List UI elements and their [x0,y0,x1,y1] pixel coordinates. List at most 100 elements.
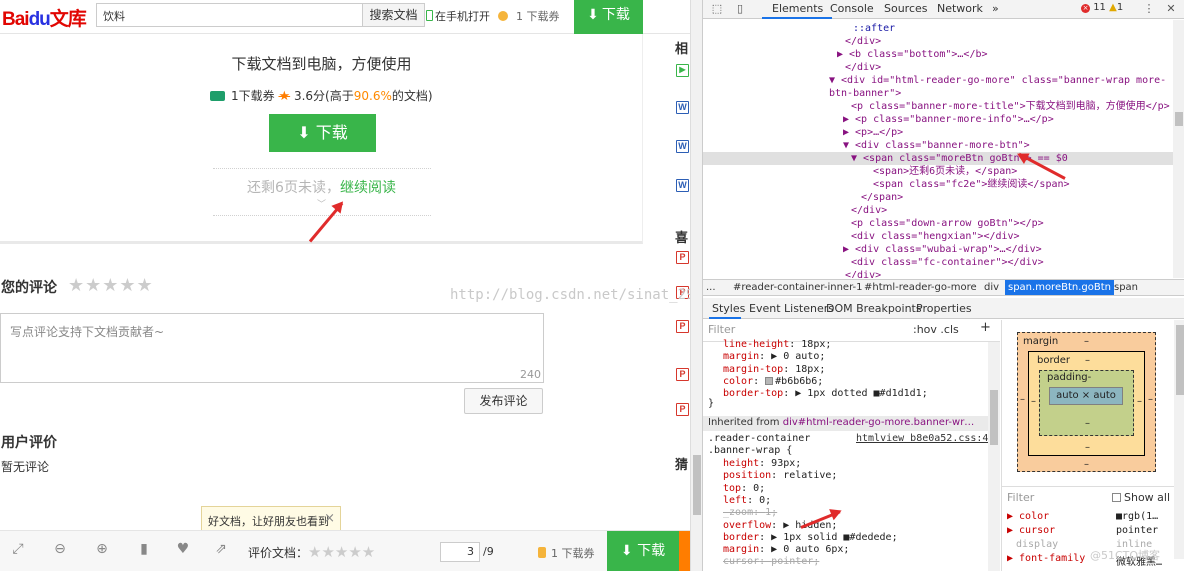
ppt-file-icon[interactable]: P [676,251,689,264]
css-declaration[interactable]: height: 93px; [723,458,801,470]
baidu-wenku-logo[interactable]: Baidu文库 [2,4,87,31]
dom-node-line[interactable]: </span> [703,191,903,204]
tab-elements[interactable]: Elements [772,2,823,15]
tab-styles[interactable]: Styles [712,302,745,315]
css-declaration[interactable]: top: 0; [723,483,765,495]
search-button[interactable]: 搜索文档 [363,3,425,27]
css-declaration[interactable]: left: 0; [723,495,771,507]
review-textarea[interactable]: 写点评论支持下文档贡献者~ [0,313,544,383]
css-declaration[interactable]: cursor: pointer; [723,556,819,568]
css-declaration[interactable]: line-height: 18px; [723,339,831,351]
publish-review-button[interactable]: 发布评论 [464,388,543,414]
share-icon[interactable]: ⇗ [212,540,230,558]
error-warning-counter[interactable]: × 11 ▲1 [1081,2,1123,13]
zoom-in-icon[interactable]: ⊕ [93,540,111,558]
breadcrumb-item[interactable]: #html-reader-go-more [864,282,977,293]
dom-node-line[interactable]: </div> [703,35,881,48]
word-file-icon[interactable]: W [676,101,689,114]
close-icon[interactable]: × [324,511,335,526]
zoom-out-icon[interactable]: ⊖ [51,540,69,558]
tab-event-listeners[interactable]: Event Listeners [749,302,834,315]
css-declaration[interactable]: margin: ▶ 0 auto; [723,351,825,363]
dom-node-line[interactable]: ▶ <div class="wubai-wrap">…</div> [703,243,1042,256]
search-input[interactable]: 饮料 [96,3,363,27]
tab-properties[interactable]: Properties [916,302,972,315]
scrollbar-thumb[interactable] [693,455,701,515]
orange-side-tab[interactable] [679,531,690,571]
hov-cls-toggle[interactable]: :hov .cls [913,324,959,336]
scrollbar-thumb[interactable] [1175,112,1183,126]
banner-download-button[interactable]: ⬇ 下载 [269,114,376,152]
breadcrumb-item[interactable]: div [984,282,999,293]
tab-console[interactable]: Console [830,2,874,15]
dom-node-line[interactable]: <p class="banner-more-title">下载文档到电脑，方便使… [703,100,1170,113]
breadcrumb-item[interactable]: span [1114,282,1138,293]
color-swatch[interactable] [765,376,774,385]
page-number-input[interactable]: 3 [440,542,480,562]
tab-sources[interactable]: Sources [884,2,928,15]
css-declaration[interactable]: position: relative; [723,470,837,482]
word-file-icon[interactable]: W [676,140,689,153]
ppt-file-icon[interactable]: P [676,320,689,333]
css-declaration[interactable]: _zoom: 1; [723,507,777,519]
show-all-checkbox[interactable]: Show all [1112,491,1170,504]
tab-network[interactable]: Network [937,2,983,15]
dom-node-line[interactable]: <div class="hengxian"></div> [703,230,1020,243]
page-scrollbar[interactable] [690,0,702,571]
dom-node-line[interactable]: ▼ <div class="banner-more-btn"> [703,139,1030,152]
dom-node-line[interactable]: ::after [703,22,895,35]
add-rule-button[interactable]: + [980,321,991,334]
css-declaration[interactable]: border-top: ▶ 1px dotted ■#d1d1d1; [723,388,928,400]
ppt-file-icon[interactable]: P [676,368,689,381]
continue-reading-link[interactable]: 继续阅读 [340,180,396,196]
computed-scrollbar[interactable] [1174,320,1184,559]
word-file-icon[interactable]: W [676,179,689,192]
inherited-element[interactable]: div#html-reader-go-more.banner-wr… [783,417,975,428]
dom-node-line[interactable]: <span>还剩6页未读，</span> [703,165,1017,178]
css-declaration[interactable]: margin: ▶ 0 auto 6px; [723,544,849,556]
heart-icon[interactable]: ♥ [174,540,192,558]
inspect-element-icon[interactable]: ⬚ [711,3,723,15]
video-file-icon[interactable]: ▶ [676,64,689,77]
breadcrumb-item[interactable]: ... [706,282,716,293]
dom-node-line[interactable]: ▼ <div id="html-reader-go-more" class="b… [703,74,1166,87]
css-source-link[interactable]: htmlview b8e0a52.css:4 [856,433,988,445]
elements-scrollbar[interactable] [1173,20,1184,278]
open-on-phone-button[interactable]: 在手机打开 [426,8,490,24]
fullscreen-icon[interactable]: ⤢ [9,540,27,558]
continue-reading-button[interactable]: 还剩6页未读，继续阅读 [0,177,643,197]
chevron-down-icon[interactable]: ﹀ [317,197,326,210]
dom-node-line[interactable]: <div class="fc-container"></div> [703,256,1044,269]
computed-property-name[interactable]: ▶ color [1007,511,1049,522]
scrollbar-thumb[interactable] [1176,325,1184,395]
rate-stars[interactable]: ★★★★★ [308,543,375,561]
computed-property-name[interactable]: display [1016,539,1058,550]
review-rating-stars[interactable]: ★★★★★ [68,275,154,296]
bookmark-icon[interactable]: ▮ [135,540,153,558]
styles-scrollbar[interactable] [988,342,1000,571]
more-tabs-icon[interactable]: » [992,2,999,15]
breadcrumb-item-selected[interactable]: span.moreBtn.goBtn [1005,280,1114,295]
bottom-download-button[interactable]: ⬇ 下载 [607,531,679,571]
close-icon[interactable]: ✕ [1165,3,1177,15]
dom-node-line[interactable]: ▶ <b class="bottom">…</b> [703,48,988,61]
dom-node-line[interactable]: <span class="fc2e">继续阅读</span> [703,178,1070,191]
dom-node-line[interactable]: ▼ <span class="moreBtn goBtn"> == $0 [703,152,1173,165]
dom-node-line[interactable]: </div> [703,61,881,74]
ppt-file-icon[interactable]: P [676,403,689,416]
computed-property-name[interactable]: ▶ cursor [1007,525,1055,536]
dom-node-line[interactable]: </div> [703,204,887,217]
devtools-menu-icon[interactable]: ⋮ [1143,3,1155,15]
device-toolbar-icon[interactable]: ▯ [734,3,746,15]
css-declaration[interactable]: margin-top: 18px; [723,364,825,376]
dom-node-line[interactable]: </div> [703,269,881,278]
computed-filter-input[interactable]: Filter Show all [1002,486,1184,506]
dom-node-line[interactable]: btn-banner"> [703,87,901,100]
dom-node-line[interactable]: ▶ <p>…</p> [703,126,903,139]
header-download-button[interactable]: ⬇ 下载 [574,0,643,34]
dom-node-line[interactable]: <p class="down-arrow goBtn"></p> [703,217,1044,230]
dom-node-line[interactable]: ▶ <p class="banner-more-info">…</p> [703,113,1054,126]
tab-dom-breakpoints[interactable]: DOM Breakpoints [826,302,922,315]
css-declaration[interactable]: color: #b6b6b6; [723,376,823,388]
scrollbar-thumb[interactable] [990,390,998,445]
